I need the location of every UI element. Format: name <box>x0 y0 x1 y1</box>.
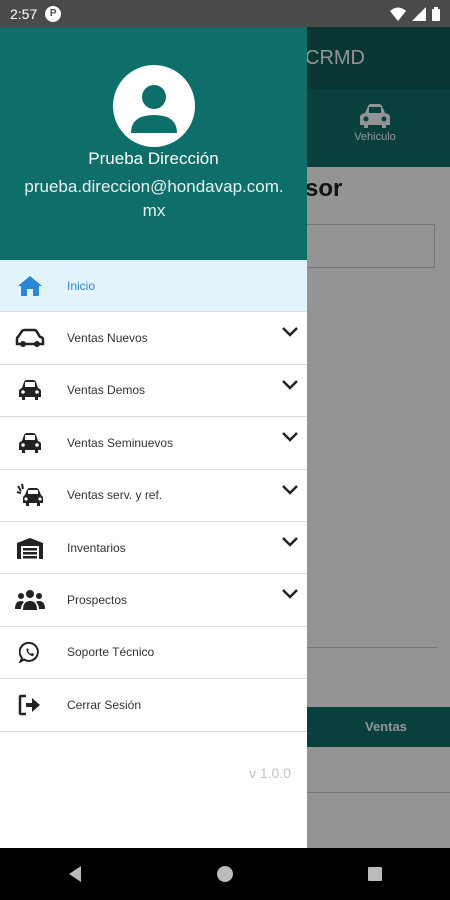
menu-item-ventas-seminuevos[interactable]: Ventas Seminuevos <box>0 417 307 470</box>
recents-icon[interactable] <box>367 866 383 882</box>
menu-label: Ventas serv. y ref. <box>67 488 163 503</box>
menu-item-inicio[interactable]: Inicio <box>0 260 307 313</box>
drawer-menu: Inicio Ventas Nuevos Ventas Demos Ventas… <box>0 260 307 732</box>
menu-label: Ventas Seminuevos <box>67 435 174 450</box>
signal-icon <box>412 6 426 21</box>
menu-label: Inventarios <box>67 540 126 555</box>
menu-item-inventarios[interactable]: Inventarios <box>0 521 307 575</box>
wifi-icon <box>390 7 406 21</box>
car-icon <box>15 375 45 405</box>
menu-label: Cerrar Sesión <box>67 697 142 712</box>
menu-item-ventas-nuevos[interactable]: Ventas Nuevos <box>0 312 307 365</box>
status-icons <box>390 6 440 21</box>
menu-label: Soporte Técnico <box>67 645 155 660</box>
system-nav-bar <box>0 848 450 900</box>
status-bar: 2:57 P <box>0 0 450 27</box>
menu-item-ventas-serv-ref[interactable]: Ventas serv. y ref. <box>0 469 307 522</box>
menu-item-ventas-demos[interactable]: Ventas Demos <box>0 364 307 418</box>
chevron-down-icon[interactable] <box>281 588 299 600</box>
users-icon <box>15 585 45 615</box>
status-time: 2:57 <box>10 5 38 22</box>
chevron-down-icon[interactable] <box>281 536 299 548</box>
chevron-down-icon[interactable] <box>281 431 299 443</box>
user-name: Prueba Dirección <box>88 149 219 168</box>
logout-icon <box>15 690 45 720</box>
battery-icon <box>432 6 440 21</box>
menu-label: Ventas Demos <box>67 383 146 398</box>
menu-label: Prospectos <box>67 593 128 608</box>
user-icon <box>131 85 177 133</box>
menu-item-prospectos[interactable]: Prospectos <box>0 574 307 627</box>
menu-label: Inicio <box>67 278 96 293</box>
back-icon[interactable] <box>67 865 83 883</box>
avatar <box>113 65 195 147</box>
chevron-down-icon[interactable] <box>281 484 299 496</box>
home-nav-icon[interactable] <box>216 865 234 883</box>
warehouse-icon <box>15 533 45 563</box>
app-notification-icon: P <box>45 5 62 22</box>
car-crash-icon <box>15 480 45 510</box>
menu-item-cerrar-sesion[interactable]: Cerrar Sesión <box>0 679 307 732</box>
chevron-down-icon[interactable] <box>281 379 299 391</box>
car-outline-icon <box>15 323 45 353</box>
app-version: v 1.0.0 <box>248 765 291 781</box>
navigation-drawer: Prueba Dirección prueba.direccion@hondav… <box>0 27 307 848</box>
menu-label: Ventas Nuevos <box>67 331 148 346</box>
drawer-header: Prueba Dirección prueba.direccion@hondav… <box>0 27 307 260</box>
home-icon <box>15 271 45 301</box>
menu-item-soporte-tecnico[interactable]: Soporte Técnico <box>0 626 307 680</box>
whatsapp-icon <box>15 637 45 667</box>
chevron-down-icon[interactable] <box>281 326 299 338</box>
car-icon <box>15 428 45 458</box>
user-email: prueba.direccion@hondavap.com.mx <box>24 177 284 220</box>
